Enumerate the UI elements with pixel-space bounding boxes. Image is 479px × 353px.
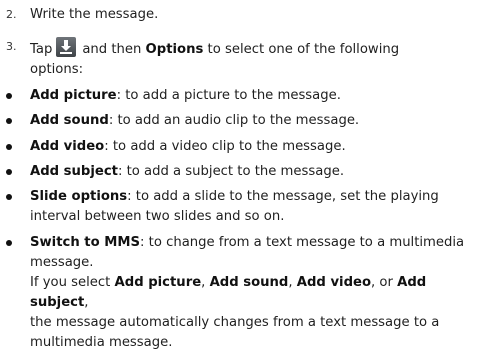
note-sep: ,: [201, 275, 206, 290]
item-desc-line2: message.: [30, 255, 94, 270]
note-line2: the message automatically changes from a…: [30, 315, 440, 330]
note-line3: multimedia message.: [30, 335, 173, 350]
note-term: Add sound: [209, 275, 289, 290]
note-term: Add picture: [114, 275, 202, 290]
step-3-line2: options:: [30, 62, 84, 77]
item-term: Add picture: [30, 88, 117, 103]
note-sep: ,: [84, 295, 89, 310]
bullet-dot: [6, 144, 12, 150]
item-term: Switch to MMS: [30, 235, 141, 250]
note-sep: ,: [288, 275, 293, 290]
tap-word: Tap: [30, 42, 53, 57]
item-desc-line2: interval between two slides and so on.: [30, 209, 285, 224]
item-desc: : to change from a text message to a mul…: [140, 235, 465, 250]
bullet-dot: [6, 118, 12, 124]
and-then-text: and then: [82, 42, 142, 57]
list-item-text: Switch to MMS: to change from a text mes…: [30, 233, 476, 353]
bullet-dot: [6, 93, 12, 99]
bullet-dot: [6, 240, 12, 246]
bullet-dot: [6, 194, 12, 200]
note-term: Add video: [296, 275, 372, 290]
item-term: Add video: [30, 139, 105, 154]
step-3-rest: to select one of the following: [207, 42, 400, 57]
item-desc: : to add a picture to the message.: [116, 88, 341, 103]
list-item-text: Add picture: to add a picture to the mes…: [30, 86, 476, 106]
item-term: Slide options: [30, 189, 128, 204]
options-label: Options: [145, 42, 204, 57]
item-term: Add subject: [30, 164, 118, 179]
note-line1: If you select Add picture, Add sound, Ad…: [30, 275, 426, 310]
list-item-text: Add video: to add a video clip to the me…: [30, 137, 476, 157]
item-desc: : to add a slide to the message, set the…: [127, 189, 439, 204]
download-arrow-icon: [56, 37, 77, 57]
step-text: Write the message.: [30, 7, 159, 22]
step-number: 2.: [6, 8, 17, 21]
step-text: Tap and then Options to select one of the…: [30, 37, 476, 80]
list-item-text: Slide options: to add a slide to the mes…: [30, 187, 476, 227]
bullet-dot: [6, 169, 12, 175]
item-desc: : to add an audio clip to the message.: [108, 113, 360, 128]
list-item-text: Add sound: to add an audio clip to the m…: [30, 111, 476, 131]
note-sep: , or: [371, 275, 393, 290]
item-desc: : to add a video clip to the message.: [104, 139, 346, 154]
step-number: 3.: [6, 40, 17, 53]
item-desc: : to add a subject to the message.: [117, 164, 345, 179]
list-item-text: Add subject: to add a subject to the mes…: [30, 162, 476, 182]
note-prefix: If you select: [30, 275, 111, 290]
item-term: Add sound: [30, 113, 109, 128]
